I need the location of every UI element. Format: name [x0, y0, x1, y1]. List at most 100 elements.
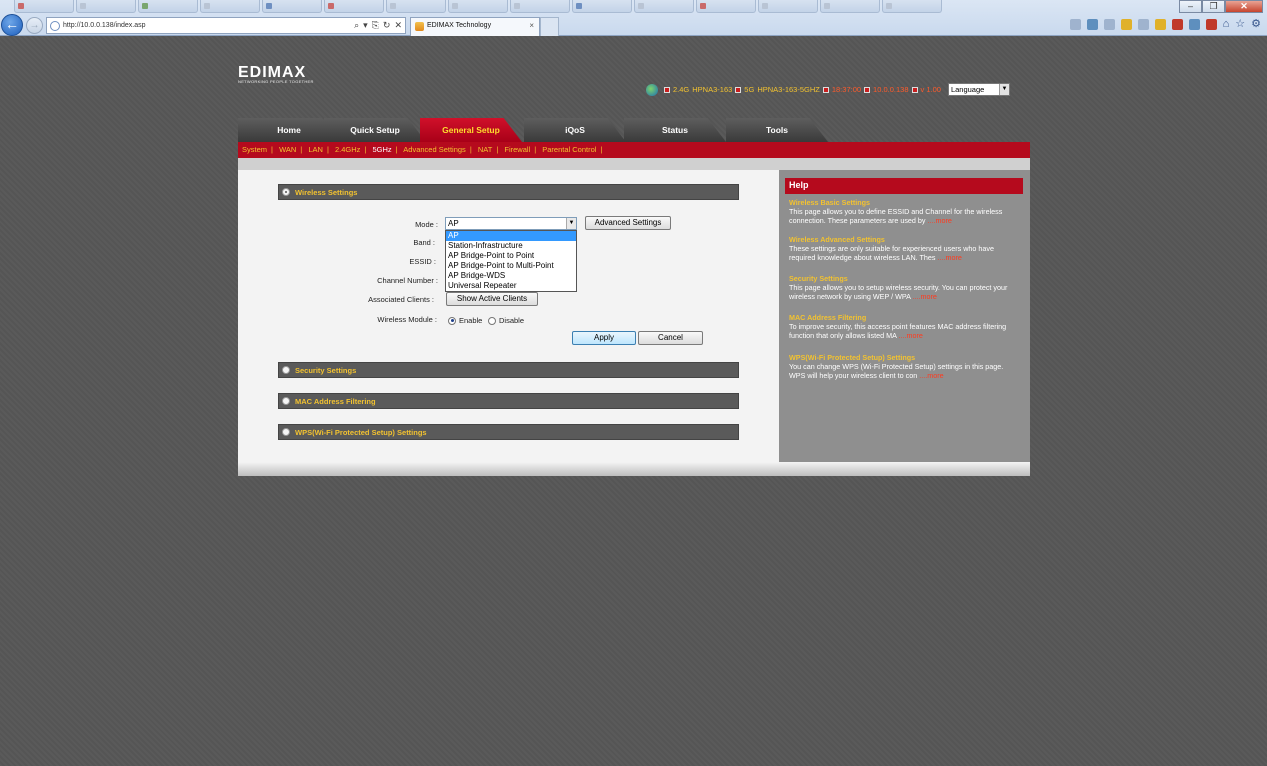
search-icon[interactable]: ⌕ [354, 20, 359, 31]
more-link[interactable]: ....more [913, 292, 937, 301]
address-bar[interactable]: http://10.0.0.138/index.asp ⌕ ▾ ⎘ ↻ ✕ [46, 17, 406, 34]
tab-quick-setup[interactable]: Quick Setup [324, 118, 426, 142]
gear-icon[interactable]: ⚙ [1251, 19, 1261, 30]
folder-icon[interactable] [1120, 19, 1132, 30]
subnav-24ghz[interactable]: 2.4GHz [335, 145, 360, 154]
disable-radio-group[interactable]: Disable [488, 316, 524, 325]
background-browser-tab[interactable] [572, 0, 632, 13]
subnav-firewall[interactable]: Firewall [504, 145, 530, 154]
enable-radio-group[interactable]: Enable [448, 316, 482, 325]
ssid24-value: HPNA3-163 [692, 85, 733, 94]
section-radio[interactable] [282, 366, 290, 374]
tab-close-icon[interactable]: × [529, 21, 534, 30]
section-title: WPS(Wi-Fi Protected Setup) Settings [295, 428, 427, 437]
refresh-icon[interactable]: ↻ [383, 20, 391, 31]
mode-select[interactable]: AP ▼ [445, 217, 577, 230]
tab-general-setup[interactable]: General Setup [420, 118, 522, 142]
show-active-clients-button[interactable]: Show Active Clients [446, 292, 538, 306]
background-browser-tab[interactable] [14, 0, 74, 13]
forward-button[interactable]: → [26, 17, 43, 34]
section-radio[interactable] [282, 397, 290, 405]
help-heading[interactable]: Wireless Basic Settings [789, 198, 1014, 207]
close-window-button[interactable]: ✕ [1225, 0, 1263, 13]
background-browser-tab[interactable] [324, 0, 384, 13]
section-mac-filtering[interactable]: MAC Address Filtering [278, 393, 739, 409]
browser-tab-active[interactable]: EDIMAX Technology × [410, 17, 540, 36]
tool-icon[interactable] [1103, 19, 1115, 30]
subnav-nat[interactable]: NAT [478, 145, 492, 154]
more-link[interactable]: ....more [898, 331, 922, 340]
section-radio[interactable] [282, 188, 290, 196]
section-title: MAC Address Filtering [295, 397, 376, 406]
background-browser-tab[interactable] [510, 0, 570, 13]
apply-button[interactable]: Apply [572, 331, 636, 345]
subnav-lan[interactable]: LAN [308, 145, 323, 154]
section-radio[interactable] [282, 428, 290, 436]
minimize-button[interactable]: – [1179, 0, 1202, 13]
background-browser-tab[interactable] [448, 0, 508, 13]
background-browser-tab[interactable] [882, 0, 942, 13]
tool-icon[interactable] [1188, 19, 1200, 30]
background-browser-tab[interactable] [262, 0, 322, 13]
mode-option[interactable]: AP Bridge-Point to Point [446, 251, 576, 261]
background-browser-tab[interactable] [386, 0, 446, 13]
mode-option[interactable]: AP Bridge-WDS [446, 271, 576, 281]
background-browser-tab[interactable] [696, 0, 756, 13]
help-heading[interactable]: MAC Address Filtering [789, 313, 1014, 322]
subnav-advanced-settings[interactable]: Advanced Settings [403, 145, 466, 154]
subnav-system[interactable]: System [242, 145, 267, 154]
more-link[interactable]: ....more [938, 253, 962, 262]
advanced-settings-button[interactable]: Advanced Settings [585, 216, 671, 230]
mode-option[interactable]: AP [446, 231, 576, 241]
chevron-down-icon: ▼ [566, 218, 576, 229]
help-item: Wireless Basic Settings This page allows… [789, 198, 1014, 225]
stop-icon[interactable]: ✕ [394, 20, 402, 31]
tab-iqos[interactable]: iQoS [524, 118, 626, 142]
mode-option[interactable]: Universal Repeater [446, 281, 576, 291]
more-link[interactable]: ....more [919, 371, 943, 380]
background-browser-tab[interactable] [820, 0, 880, 13]
cancel-button[interactable]: Cancel [638, 331, 703, 345]
help-heading[interactable]: Security Settings [789, 274, 1014, 283]
background-browser-tab[interactable] [200, 0, 260, 13]
mode-option[interactable]: AP Bridge-Point to Multi-Point [446, 261, 576, 271]
back-button[interactable]: ← [1, 14, 23, 36]
section-security-settings[interactable]: Security Settings [278, 362, 739, 378]
band-label: Band : [413, 238, 435, 247]
subnav-5ghz[interactable]: 5GHz [372, 145, 391, 154]
tool-icon[interactable] [1205, 19, 1217, 30]
favorites-star-icon[interactable]: ☆ [1235, 19, 1245, 30]
help-item: Security Settings This page allows you t… [789, 274, 1014, 301]
background-browser-tab[interactable] [76, 0, 136, 13]
home-icon[interactable]: ⌂ [1223, 19, 1230, 30]
tab-tools[interactable]: Tools [726, 118, 828, 142]
mode-label: Mode : [415, 220, 438, 229]
tab-status[interactable]: Status [624, 118, 726, 142]
mode-option[interactable]: Station-Infrastructure [446, 241, 576, 251]
sub-nav: System | WAN | LAN | 2.4GHz | 5GHz | Advanced… [238, 142, 1030, 158]
tab-title: EDIMAX Technology [427, 22, 492, 29]
subnav-parental-control[interactable]: Parental Control [542, 145, 596, 154]
tool-icon[interactable] [1137, 19, 1149, 30]
help-heading[interactable]: Wireless Advanced Settings [789, 235, 1014, 244]
section-wps-settings[interactable]: WPS(Wi-Fi Protected Setup) Settings [278, 424, 739, 440]
tool-icon[interactable] [1069, 19, 1081, 30]
maximize-button[interactable]: ❐ [1202, 0, 1225, 13]
background-browser-tab[interactable] [758, 0, 818, 13]
compatibility-icon[interactable]: ⎘ [372, 20, 379, 31]
tool-icon[interactable] [1154, 19, 1166, 30]
page-icon [50, 21, 60, 31]
disable-radio[interactable] [488, 316, 496, 325]
subnav-wan[interactable]: WAN [279, 145, 296, 154]
enable-radio[interactable] [448, 316, 456, 325]
language-select[interactable]: Language ▼ [947, 83, 1010, 96]
section-wireless-settings[interactable]: Wireless Settings [278, 184, 739, 200]
tool-icon[interactable] [1086, 19, 1098, 30]
new-tab-button[interactable] [540, 17, 559, 36]
tool-icon[interactable] [1171, 19, 1183, 30]
help-heading[interactable]: WPS(Wi-Fi Protected Setup) Settings [789, 353, 1014, 362]
more-link[interactable]: ....more [928, 216, 952, 225]
background-browser-tab[interactable] [634, 0, 694, 13]
dropdown-icon[interactable]: ▾ [363, 20, 368, 31]
background-browser-tab[interactable] [138, 0, 198, 13]
